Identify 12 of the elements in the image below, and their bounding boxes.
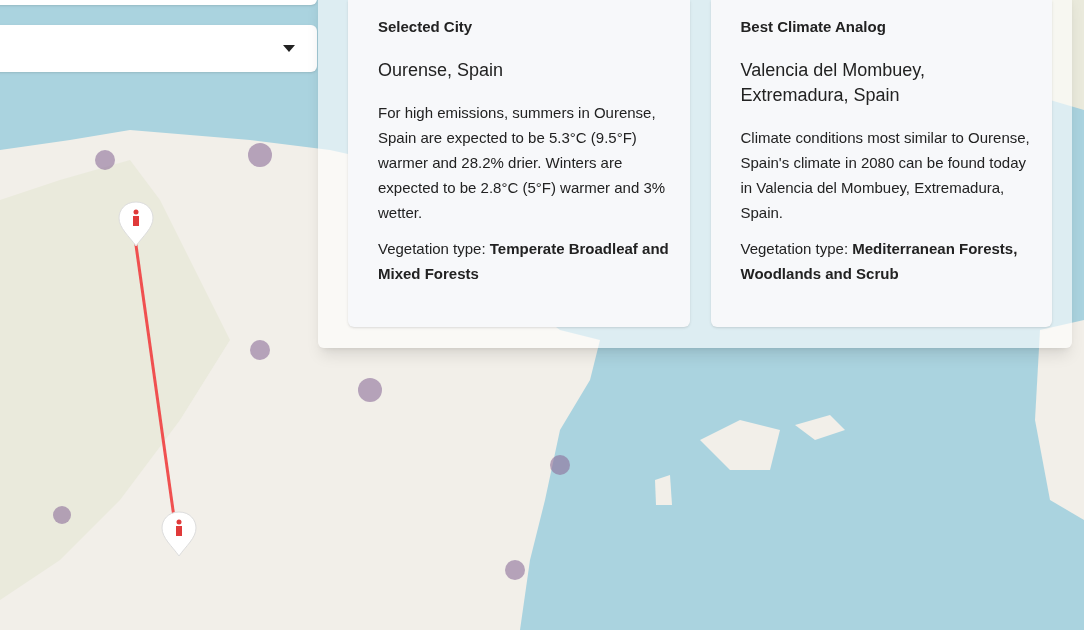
marker-pin-icon bbox=[117, 200, 155, 248]
dropdown[interactable] bbox=[0, 25, 317, 72]
marker-pin-icon bbox=[160, 510, 198, 558]
climate-description: For high emissions, summers in Ourense, Spain are expected to be 5.3°C (9.5°F) warmer and 28.2% drier. Winters are expected to be 2.8°C (5°F) warmer and 3% wetter. bbox=[378, 103, 667, 223]
vegetation-type: Vegetation type: Mediterranean Forests, Woodlands and Scrub bbox=[740, 239, 1019, 284]
place-name: Valencia del Mombuey, Extremadura, Spain bbox=[740, 59, 926, 107]
card-heading: Selected City bbox=[378, 17, 474, 37]
climate-description: Climate conditions most similar to Ourense, Spain's climate in 2080 can be found today in Valencia del Mombuey, Extremadura, Spain. bbox=[740, 128, 1031, 223]
card-heading: Best Climate Analog bbox=[740, 17, 887, 37]
vegetation-type: Vegetation type: Temperate Broadleaf and Mixed Forests bbox=[378, 239, 670, 284]
place-name: Ourense, Spain bbox=[378, 59, 505, 82]
caret-icon bbox=[283, 45, 295, 52]
